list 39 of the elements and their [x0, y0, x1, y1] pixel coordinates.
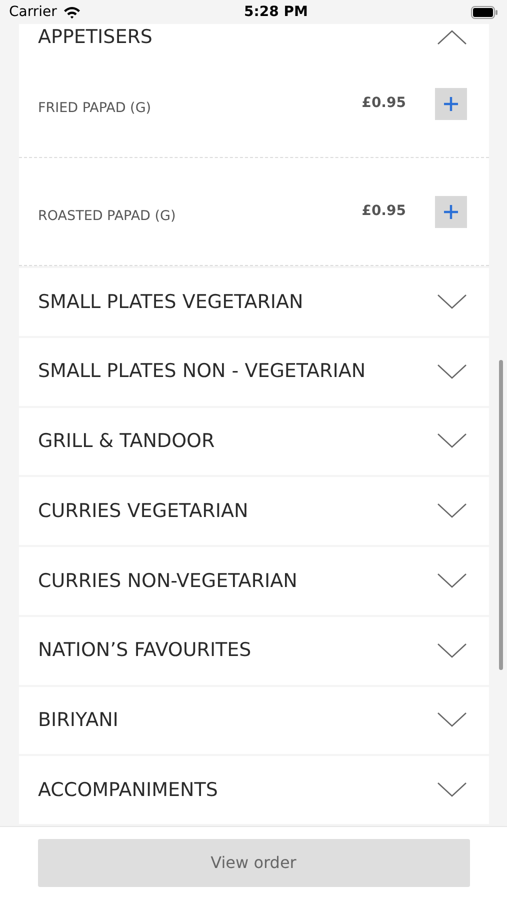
chevron-down-icon[interactable]	[437, 642, 467, 659]
plus-icon	[443, 204, 459, 220]
category-header[interactable]: CURRIES VEGETARIAN	[19, 477, 489, 545]
category-title: BIRIYANI	[38, 708, 118, 734]
category-header[interactable]: APPETISERS	[19, 24, 489, 50]
category-title: ACCOMPANIMENTS	[38, 778, 218, 803]
category-header[interactable]: GRILL & TANDOOR	[19, 408, 489, 476]
battery-icon	[471, 6, 498, 18]
wifi-icon	[62, 6, 81, 18]
category-title: CURRIES NON-VEGETARIAN	[38, 568, 298, 594]
category-header[interactable]: ACCOMPANIMENTS	[19, 756, 489, 824]
add-button[interactable]	[435, 88, 467, 120]
add-button[interactable]	[435, 196, 467, 228]
category-title: GRILL & TANDOOR	[38, 429, 215, 454]
category-title: NATION’S FAVOURITES	[38, 638, 252, 664]
chevron-down-icon[interactable]	[437, 572, 467, 589]
chevron-down-icon[interactable]	[437, 294, 467, 310]
category-header[interactable]: SMALL PLATES VEGETARIAN	[19, 268, 489, 336]
chevron-down-icon[interactable]	[437, 782, 467, 798]
chevron-down-icon[interactable]	[437, 503, 467, 520]
item-price: £0.95	[362, 94, 406, 113]
chevron-down-icon[interactable]	[437, 712, 467, 728]
category-header[interactable]: SMALL PLATES NON - VEGETARIAN	[19, 338, 489, 406]
category-title: SMALL PLATES VEGETARIAN	[38, 290, 304, 315]
category-title: APPETISERS	[38, 24, 152, 50]
carrier-label: Carrier	[9, 2, 57, 22]
category-header[interactable]: BIRIYANI	[19, 686, 489, 754]
item-price: £0.95	[362, 202, 406, 221]
chevron-down-icon[interactable]	[437, 433, 467, 450]
time-label: 5:28 PM	[244, 2, 308, 22]
item-name: FRIED PAPAD (G)	[38, 99, 152, 118]
category-header[interactable]: NATION’S FAVOURITES	[19, 616, 489, 684]
category-header[interactable]: CURRIES NON-VEGETARIAN	[19, 547, 489, 615]
chevron-down-icon[interactable]	[437, 364, 467, 380]
category-title: CURRIES VEGETARIAN	[38, 498, 248, 524]
item-name: ROASTED PAPAD (G)	[38, 207, 177, 226]
chevron-up-icon[interactable]	[437, 29, 467, 45]
category-title: SMALL PLATES NON - VEGETARIAN	[38, 359, 366, 384]
plus-icon	[443, 96, 459, 112]
